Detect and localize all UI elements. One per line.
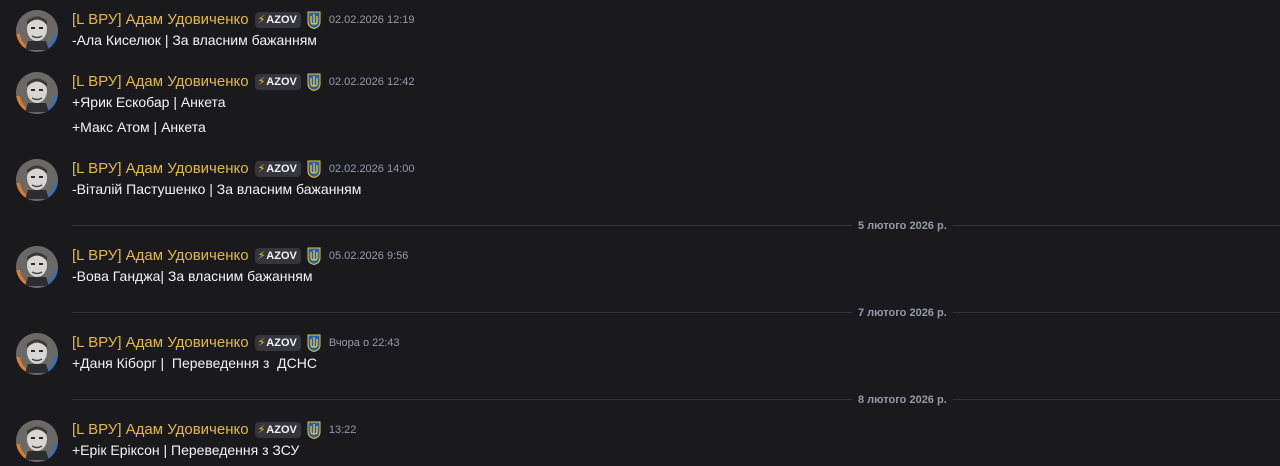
avatar[interactable] [16, 72, 58, 114]
message-timestamp[interactable]: Вчора о 22:43 [329, 333, 400, 353]
server-tag-label: AZOV [266, 424, 297, 436]
date-divider-label: 5 лютого 2026 р. [852, 218, 953, 234]
avatar[interactable] [16, 420, 58, 462]
avatar[interactable] [16, 10, 58, 52]
author-name[interactable]: [L ВРУ] Адам Удовиченко [72, 420, 249, 440]
message-header: [L ВРУ] Адам Удовиченко ⚡ AZOV 02.02.2026… [72, 72, 415, 92]
lightning-bolt-icon: ⚡ [257, 14, 266, 26]
date-divider: 5 лютого 2026 р. [72, 216, 1280, 236]
message-text: -Ала Киселюк | За власним бажанням [72, 32, 317, 48]
message-timestamp[interactable]: 13:22 [329, 420, 357, 440]
lightning-bolt-icon: ⚡ [257, 76, 266, 88]
message-text: -Вова Ганджа| За власним бажанням [72, 268, 313, 284]
lightning-bolt-icon: ⚡ [257, 250, 266, 262]
message-group: [L ВРУ] Адам Удовиченко ⚡ AZOV 02.02.2026… [0, 10, 1280, 54]
chat-message-list: [L ВРУ] Адам Удовиченко ⚡ AZOV 02.02.2026… [0, 0, 1280, 466]
divider-line [72, 399, 1280, 400]
message-header: [L ВРУ] Адам Удовиченко ⚡ AZOV 02.02.2026… [72, 159, 415, 179]
message-group: [L ВРУ] Адам Удовиченко ⚡ AZOV 05.02.2026… [0, 246, 1280, 290]
message-timestamp[interactable]: 05.02.2026 9:56 [329, 246, 409, 266]
ukraine-trident-icon [307, 73, 321, 92]
avatar[interactable] [16, 333, 58, 375]
message-header: [L ВРУ] Адам Удовиченко ⚡ AZOV 05.02.2026… [72, 246, 408, 266]
server-tag-label: AZOV [266, 337, 297, 349]
author-name[interactable]: [L ВРУ] Адам Удовиченко [72, 159, 249, 179]
message-group: [L ВРУ] Адам Удовиченко ⚡ AZOV 02.02.2026… [0, 72, 1280, 142]
server-tag-label: AZOV [266, 76, 297, 88]
message-header: [L ВРУ] Адам Удовиченко ⚡ AZOV 13:22 [72, 420, 356, 440]
ukraine-trident-icon [307, 160, 321, 179]
message-header: [L ВРУ] Адам Удовиченко ⚡ AZOV 02.02.2026… [72, 10, 415, 30]
server-tag-label: AZOV [266, 250, 297, 262]
author-name[interactable]: [L ВРУ] Адам Удовиченко [72, 10, 249, 30]
lightning-bolt-icon: ⚡ [257, 163, 266, 175]
date-divider: 7 лютого 2026 р. [72, 303, 1280, 323]
author-name[interactable]: [L ВРУ] Адам Удовиченко [72, 246, 249, 266]
ukraine-trident-icon [307, 334, 321, 353]
divider-line [72, 312, 1280, 313]
ukraine-trident-icon [307, 421, 321, 440]
date-divider: 8 лютого 2026 р. [72, 390, 1280, 410]
server-tag[interactable]: ⚡ AZOV [254, 248, 301, 264]
message-text: +Даня Кіборг | Переведення з ДСНС [72, 355, 317, 371]
lightning-bolt-icon: ⚡ [257, 337, 266, 349]
message-text: +Макс Атом | Анкета [72, 119, 206, 135]
server-tag[interactable]: ⚡ AZOV [254, 161, 301, 177]
avatar[interactable] [16, 246, 58, 288]
message-group: [L ВРУ] Адам Удовиченко ⚡ AZOV 13:22 +Ері… [0, 420, 1280, 464]
author-name[interactable]: [L ВРУ] Адам Удовиченко [72, 72, 249, 92]
author-name[interactable]: [L ВРУ] Адам Удовиченко [72, 333, 249, 353]
message-group: [L ВРУ] Адам Удовиченко ⚡ AZOV Вчора о 22… [0, 333, 1280, 377]
avatar[interactable] [16, 159, 58, 201]
server-tag[interactable]: ⚡ AZOV [254, 335, 301, 351]
server-tag-label: AZOV [266, 163, 297, 175]
ukraine-trident-icon [307, 11, 321, 30]
server-tag[interactable]: ⚡ AZOV [254, 422, 301, 438]
message-text: +Ярик Ескобар | Анкета [72, 94, 226, 110]
server-tag[interactable]: ⚡ AZOV [254, 12, 301, 28]
message-text: -Віталій Пастушенко | За власним бажання… [72, 181, 362, 197]
lightning-bolt-icon: ⚡ [257, 424, 266, 436]
server-tag[interactable]: ⚡ AZOV [254, 74, 301, 90]
server-tag-label: AZOV [266, 14, 297, 26]
message-timestamp[interactable]: 02.02.2026 14:00 [329, 159, 415, 179]
message-header: [L ВРУ] Адам Удовиченко ⚡ AZOV Вчора о 22… [72, 333, 400, 353]
divider-line [72, 225, 1280, 226]
message-timestamp[interactable]: 02.02.2026 12:19 [329, 10, 415, 30]
message-text: +Ерік Еріксон | Переведення з ЗСУ [72, 442, 300, 458]
message-group: [L ВРУ] Адам Удовиченко ⚡ AZOV 02.02.2026… [0, 159, 1280, 203]
date-divider-label: 8 лютого 2026 р. [852, 392, 953, 408]
date-divider-label: 7 лютого 2026 р. [852, 305, 953, 321]
message-timestamp[interactable]: 02.02.2026 12:42 [329, 72, 415, 92]
ukraine-trident-icon [307, 247, 321, 266]
